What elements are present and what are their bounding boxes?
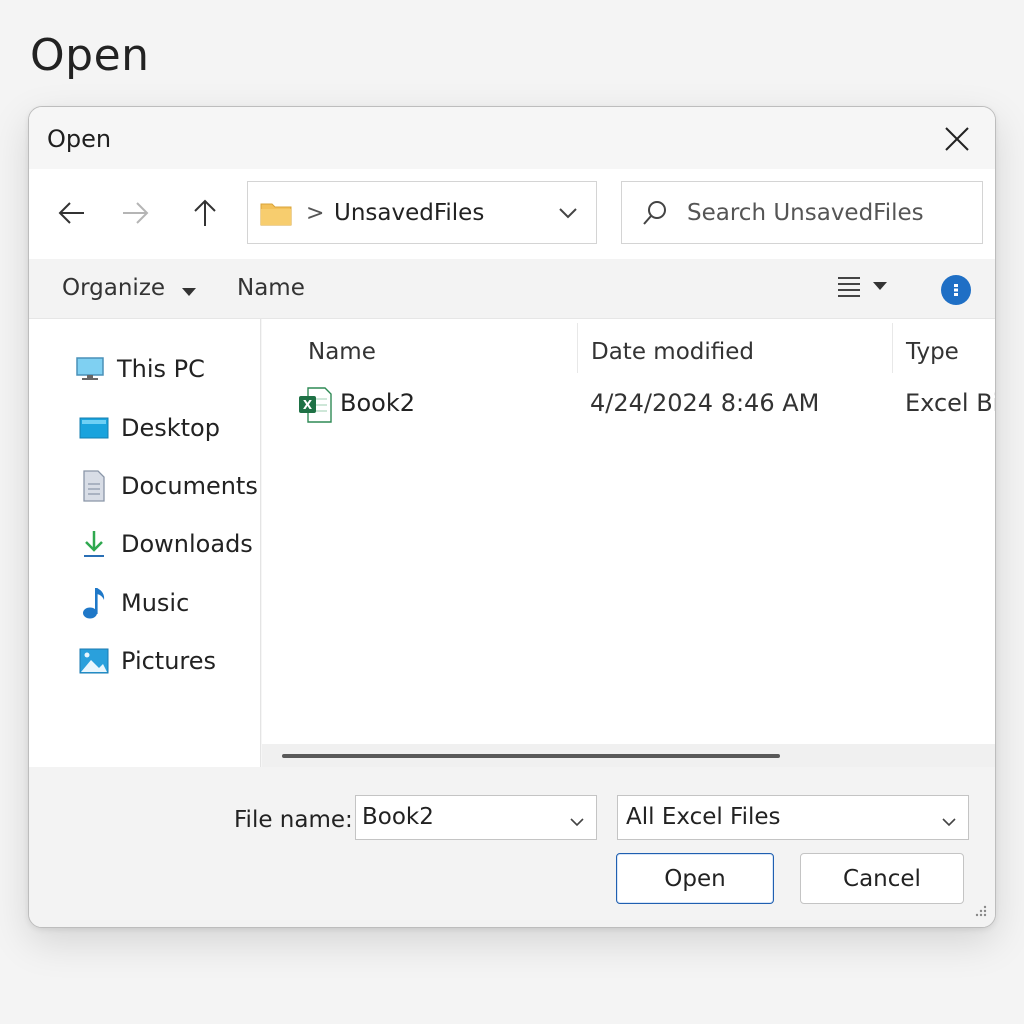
breadcrumb-current-folder[interactable]: UnsavedFiles — [334, 200, 484, 226]
file-type-value: All Excel Files — [626, 804, 781, 830]
page-heading: Open — [30, 30, 150, 81]
file-type-select[interactable]: All Excel Files — [617, 795, 969, 840]
chevron-down-icon[interactable] — [570, 812, 584, 831]
info-icon — [954, 284, 958, 296]
sidebar-item-label: Documents — [121, 472, 258, 500]
documents-icon — [79, 470, 109, 502]
file-date-modified: 4/24/2024 8:46 AM — [590, 389, 820, 417]
column-divider[interactable] — [577, 323, 578, 373]
up-arrow-icon — [194, 199, 216, 226]
search-icon — [642, 200, 668, 230]
column-divider[interactable] — [892, 323, 893, 373]
file-name-label: File name: — [234, 807, 353, 833]
caret-down-icon — [873, 282, 887, 290]
sidebar-item-label: Pictures — [121, 647, 217, 675]
column-header-type[interactable]: Type — [906, 339, 959, 365]
search-placeholder: Search UnsavedFiles — [687, 200, 924, 226]
forward-arrow-icon — [123, 202, 149, 224]
chevron-down-icon — [942, 812, 956, 831]
desktop-icon — [79, 413, 109, 443]
folder-icon — [260, 200, 292, 230]
music-note-icon — [79, 588, 109, 619]
file-list: Name Date modified Type X Book2 4/24/202… — [262, 319, 996, 767]
download-arrow-icon — [79, 529, 109, 559]
sidebar-item-downloads[interactable]: Downloads — [79, 524, 253, 564]
sidebar-item-label: This PC — [117, 355, 205, 383]
horizontal-scrollbar[interactable] — [262, 744, 995, 767]
file-name: Book2 — [340, 389, 415, 417]
open-dialog: Open > UnsavedFiles Search UnsavedFiles … — [28, 106, 996, 928]
command-bar: Organize Name — [29, 259, 995, 319]
details-pane-button[interactable] — [941, 275, 971, 305]
open-button[interactable]: Open — [616, 853, 774, 904]
address-bar[interactable]: > UnsavedFiles — [247, 181, 597, 244]
sidebar-item-documents[interactable]: Documents — [79, 466, 258, 506]
sidebar-item-label: Downloads — [121, 530, 253, 558]
back-button[interactable] — [51, 193, 91, 233]
up-button[interactable] — [185, 193, 225, 233]
breadcrumb-separator: > — [306, 201, 325, 226]
navigation-pane: This PC Desktop Documents Downloads Musi… — [29, 319, 261, 767]
file-row[interactable]: X Book2 4/24/2024 8:46 AM Excel Bi — [292, 385, 996, 427]
scrollbar-thumb[interactable] — [282, 754, 780, 758]
list-view-icon — [838, 277, 860, 297]
close-icon — [945, 127, 969, 151]
sidebar-item-music[interactable]: Music — [79, 583, 189, 623]
cancel-button[interactable]: Cancel — [800, 853, 964, 904]
file-type: Excel Bi — [905, 389, 996, 417]
column-header-date-modified[interactable]: Date modified — [591, 339, 754, 365]
sort-name-label[interactable]: Name — [237, 275, 305, 301]
navigation-bar: > UnsavedFiles Search UnsavedFiles — [29, 169, 995, 259]
search-input[interactable]: Search UnsavedFiles — [621, 181, 983, 244]
sidebar-item-this-pc[interactable]: This PC — [75, 349, 205, 389]
view-options-button[interactable] — [837, 275, 887, 297]
computer-icon — [75, 354, 105, 384]
sidebar-item-label: Desktop — [121, 414, 220, 442]
svg-text:X: X — [303, 398, 313, 412]
forward-button[interactable] — [116, 193, 156, 233]
organize-label: Organize — [62, 275, 166, 301]
excel-file-icon: X — [298, 387, 332, 427]
back-arrow-icon — [58, 202, 84, 224]
dialog-footer: File name: Book2 All Excel Files Open Ca… — [29, 767, 995, 927]
close-button[interactable] — [939, 121, 975, 157]
sidebar-item-desktop[interactable]: Desktop — [79, 408, 220, 448]
dialog-title: Open — [47, 125, 112, 153]
resize-grip-icon[interactable] — [973, 902, 987, 921]
file-name-value: Book2 — [362, 804, 434, 830]
column-header-name[interactable]: Name — [308, 339, 376, 365]
organize-menu-button[interactable]: Organize — [62, 275, 197, 302]
chevron-down-icon[interactable] — [558, 204, 578, 223]
caret-down-icon — [182, 276, 197, 302]
sidebar-item-label: Music — [121, 589, 190, 617]
file-name-field[interactable]: Book2 — [355, 795, 597, 840]
pictures-icon — [79, 646, 109, 676]
sidebar-item-pictures[interactable]: Pictures — [79, 641, 216, 681]
dialog-titlebar: Open — [29, 107, 995, 169]
